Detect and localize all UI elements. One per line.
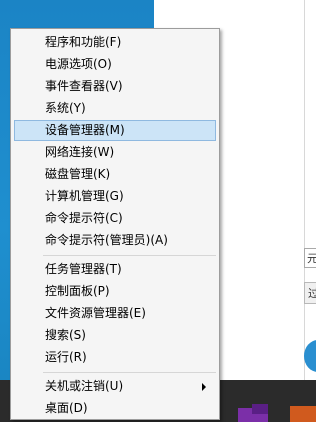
menu-item-event-viewer[interactable]: 事件查看器(V)	[14, 76, 216, 97]
menu-item-shutdown-signout[interactable]: 关机或注销(U)	[14, 376, 216, 397]
submenu-arrow-icon	[202, 383, 206, 391]
menu-item-file-explorer[interactable]: 文件资源管理器(E)	[14, 303, 216, 324]
onenote-tab-icon	[252, 404, 268, 414]
menu-item-network-connections[interactable]: 网络连接(W)	[14, 142, 216, 163]
menu-item-device-manager[interactable]: 设备管理器(M)	[14, 120, 216, 141]
menu-item-control-panel[interactable]: 控制面板(P)	[14, 281, 216, 302]
context-menu: 程序和功能(F) 电源选项(O) 事件查看器(V) 系统(Y) 设备管理器(M)…	[10, 28, 220, 420]
menu-item-power-options[interactable]: 电源选项(O)	[14, 54, 216, 75]
menu-item-label: 关机或注销(U)	[45, 379, 124, 393]
menu-item-run[interactable]: 运行(R)	[14, 347, 216, 368]
menu-item-computer-management[interactable]: 计算机管理(G)	[14, 186, 216, 207]
app-button[interactable]: 过	[304, 282, 316, 304]
menu-item-system[interactable]: 系统(Y)	[14, 98, 216, 119]
window-divider	[304, 0, 305, 380]
app-text-field[interactable]: 元	[304, 248, 316, 268]
screen: 元 过 程序和功能(F) 电源选项(O) 事件查看器(V) 系统(Y) 设备管理…	[0, 0, 316, 422]
app-round-button[interactable]	[304, 340, 316, 372]
menu-item-command-prompt[interactable]: 命令提示符(C)	[14, 208, 216, 229]
menu-item-programs-features[interactable]: 程序和功能(F)	[14, 32, 216, 53]
menu-separator	[43, 255, 216, 256]
menu-item-search[interactable]: 搜索(S)	[14, 325, 216, 346]
orange-app-icon[interactable]	[290, 406, 316, 422]
menu-separator	[43, 372, 216, 373]
menu-item-task-manager[interactable]: 任务管理器(T)	[14, 259, 216, 280]
menu-item-desktop[interactable]: 桌面(D)	[14, 398, 216, 419]
menu-item-disk-management[interactable]: 磁盘管理(K)	[14, 164, 216, 185]
menu-item-command-prompt-admin[interactable]: 命令提示符(管理员)(A)	[14, 230, 216, 251]
